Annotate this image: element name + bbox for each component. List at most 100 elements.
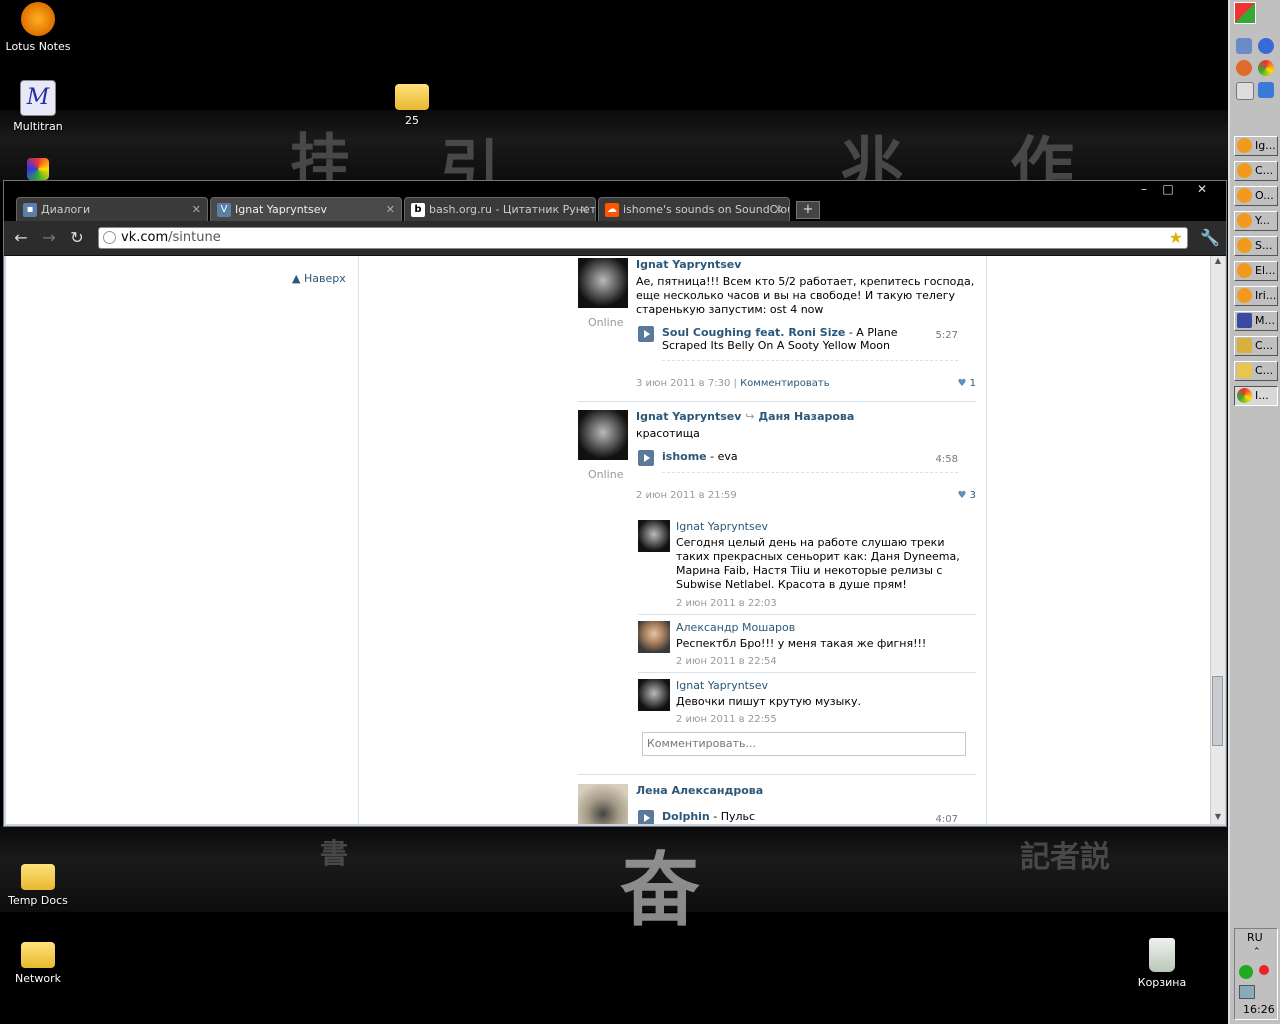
media-player-icon[interactable] xyxy=(1258,38,1274,54)
comment-link[interactable]: Комментировать xyxy=(740,378,830,389)
vertical-scrollbar[interactable]: ▲ ▼ xyxy=(1210,256,1225,824)
ie-icon[interactable] xyxy=(1258,82,1274,98)
tab-profile[interactable]: V Ignat Yapryntsev ✕ xyxy=(210,197,402,221)
taskbar-button[interactable]: Iri... xyxy=(1234,286,1278,306)
avatar[interactable] xyxy=(578,258,628,308)
taskbar-button[interactable]: C... xyxy=(1234,336,1278,356)
comment: Ignat Yapryntsev Девочки пишут крутую му… xyxy=(638,679,974,725)
tab-soundcloud[interactable]: ☁ ishome's sounds on SoundCloud ✕ xyxy=(598,197,790,221)
like-button[interactable]: ♥ 1 xyxy=(957,378,976,389)
lotus-notes-shortcut[interactable]: Lotus Notes xyxy=(0,2,76,53)
comment-separator xyxy=(638,614,976,615)
comment-date[interactable]: 2 июн 2011 в 22:03 xyxy=(676,598,777,609)
language-indicator[interactable]: RU xyxy=(1247,931,1263,944)
comment: Александр Мошаров Респектбл Бро!!! у мен… xyxy=(638,621,974,667)
multitran-shortcut[interactable]: M Multitran xyxy=(0,80,76,133)
network-shortcut[interactable]: Network xyxy=(0,938,76,985)
comment-date[interactable]: 2 июн 2011 в 22:54 xyxy=(676,656,777,667)
taskbar-button[interactable]: S... xyxy=(1234,236,1278,256)
minimize-button[interactable]: – xyxy=(1132,181,1156,197)
taskbar-button[interactable]: C... xyxy=(1234,161,1278,181)
play-icon[interactable] xyxy=(638,326,654,342)
chat-icon xyxy=(1237,138,1252,153)
record-icon[interactable] xyxy=(1259,965,1269,975)
tab-title: ishome's sounds on SoundCloud xyxy=(623,203,790,216)
scroll-up-icon[interactable]: ▲ xyxy=(1211,256,1225,268)
taskbar-button[interactable]: M... xyxy=(1234,311,1278,331)
printer-icon[interactable] xyxy=(1236,82,1254,100)
audio-artist[interactable]: Soul Coughing feat. Roni Size xyxy=(662,326,845,339)
browser-window: – □ ✕ ▪ Диалоги ✕ V Ignat Yapryntsev ✕ b… xyxy=(3,180,1227,827)
close-window-button[interactable]: ✕ xyxy=(1190,181,1214,197)
taskbar-button[interactable]: C... xyxy=(1234,361,1278,381)
firefox-icon[interactable] xyxy=(1236,60,1252,76)
new-tab-button[interactable]: + xyxy=(796,201,820,219)
bookmark-star-icon[interactable]: ★ xyxy=(1169,228,1183,248)
tab-bash[interactable]: b bash.org.ru - Цитатник Рунета ✕ xyxy=(404,197,596,221)
close-tab-icon[interactable]: ✕ xyxy=(386,198,395,221)
maximize-button[interactable]: □ xyxy=(1156,181,1180,197)
target-name[interactable]: Даня Назарова xyxy=(758,410,854,423)
network-tray-icon[interactable] xyxy=(1239,985,1255,999)
avatar[interactable] xyxy=(638,621,670,653)
scroll-to-top-link[interactable]: ▲ Наверх xyxy=(292,272,346,285)
comment-input[interactable]: Комментировать... xyxy=(642,732,966,756)
wrench-icon[interactable]: 🔧 xyxy=(1200,228,1220,247)
comment-author[interactable]: Александр Мошаров xyxy=(676,621,795,634)
tab-dialogs[interactable]: ▪ Диалоги ✕ xyxy=(16,197,208,221)
reload-icon[interactable]: ↻ xyxy=(66,228,88,248)
post-date[interactable]: 2 июн 2011 в 21:59 xyxy=(636,490,737,501)
audio-artist[interactable]: ishome xyxy=(662,450,707,463)
icq-icon[interactable] xyxy=(1239,965,1253,979)
taskbar-button-label: O... xyxy=(1255,189,1274,202)
temp-docs-label: Temp Docs xyxy=(8,894,68,907)
audio-artist[interactable]: Dolphin xyxy=(662,810,710,823)
taskbar-button[interactable]: Y... xyxy=(1234,211,1278,231)
play-icon[interactable] xyxy=(638,450,654,466)
scroll-down-icon[interactable]: ▼ xyxy=(1211,812,1225,824)
post-author[interactable]: Лена Александрова xyxy=(636,784,763,797)
author-name[interactable]: Ignat Yapryntsev xyxy=(636,258,741,271)
folder-25-shortcut[interactable]: 25 xyxy=(374,80,450,127)
start-button[interactable] xyxy=(1234,2,1256,24)
forward-arrow-icon[interactable]: → xyxy=(38,228,60,248)
folder-icon xyxy=(395,84,429,110)
back-arrow-icon[interactable]: ← xyxy=(10,228,32,248)
post-author: Ignat Yapryntsev ↪ Даня Назарова xyxy=(636,410,854,423)
play-icon[interactable] xyxy=(638,810,654,824)
close-tab-icon[interactable]: ✕ xyxy=(580,198,589,221)
comment-author[interactable]: Ignat Yapryntsev xyxy=(676,679,768,692)
temp-docs-shortcut[interactable]: Temp Docs xyxy=(0,860,76,907)
taskbar-button-label: Y... xyxy=(1255,214,1270,227)
taskbar-button[interactable]: El... xyxy=(1234,261,1278,281)
desktop-icon[interactable] xyxy=(1236,38,1252,54)
avatar[interactable] xyxy=(638,520,670,552)
avatar[interactable] xyxy=(638,679,670,711)
close-tab-icon[interactable]: ✕ xyxy=(774,198,783,221)
post-text: красотища xyxy=(636,427,700,440)
expand-tray-icon[interactable]: ⌃ xyxy=(1253,947,1261,957)
chat-icon xyxy=(1237,163,1252,178)
post-author[interactable]: Ignat Yapryntsev xyxy=(636,258,741,271)
post-date[interactable]: 3 июн 2011 в 7:30 xyxy=(636,378,730,389)
taskbar-button[interactable]: I... xyxy=(1234,386,1278,406)
scrollbar-thumb[interactable] xyxy=(1212,676,1223,746)
system-tray: RU ⌃ 16:26 xyxy=(1234,928,1278,1020)
address-bar[interactable]: vk.com/sintune ★ xyxy=(98,227,1188,249)
audio-track: Soul Coughing feat. Roni Size - A Plane … xyxy=(636,326,966,356)
comment-date[interactable]: 2 июн 2011 в 22:55 xyxy=(676,714,777,725)
avatar[interactable] xyxy=(578,784,628,824)
avatar[interactable] xyxy=(578,410,628,460)
post-separator xyxy=(578,774,976,775)
taskbar-button[interactable]: O... xyxy=(1234,186,1278,206)
close-tab-icon[interactable]: ✕ xyxy=(192,198,201,221)
author-name[interactable]: Ignat Yapryntsev xyxy=(636,410,741,423)
taskbar-button-label: C... xyxy=(1255,164,1274,177)
chrome-icon[interactable] xyxy=(1258,60,1274,76)
recycle-bin-shortcut[interactable]: Корзина xyxy=(1124,938,1200,989)
chat-icon xyxy=(1237,188,1252,203)
comment-author[interactable]: Ignat Yapryntsev xyxy=(676,520,768,533)
like-button[interactable]: ♥ 3 xyxy=(957,490,976,501)
clock[interactable]: 16:26 xyxy=(1243,1003,1275,1016)
taskbar-button[interactable]: Ig... xyxy=(1234,136,1278,156)
